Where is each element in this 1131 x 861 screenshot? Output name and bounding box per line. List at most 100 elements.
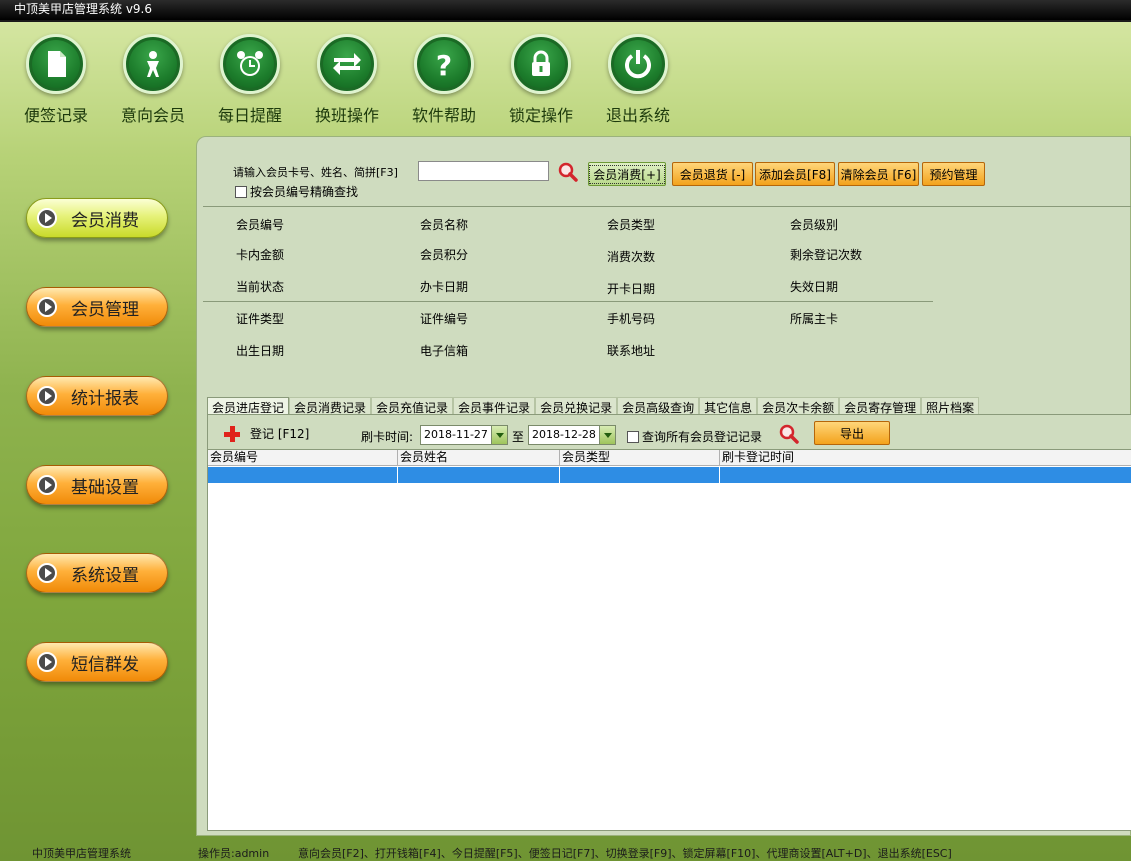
toolbar-label: 锁定操作 <box>508 106 573 125</box>
sidebar-item-sms[interactable]: 短信群发 <box>26 642 168 682</box>
field-label: 卡内金额 <box>236 248 285 262</box>
sidebar-item-system-settings[interactable]: 系统设置 <box>26 553 168 593</box>
sidebar-item-member-manage[interactable]: 会员管理 <box>26 287 168 327</box>
field-label: 手机号码 <box>607 312 656 326</box>
field-label: 会员编号 <box>236 218 285 232</box>
toolbar-shift-change-button[interactable]: 换班操作 <box>302 34 392 126</box>
sidebar-item-member-consume[interactable]: 会员消费 <box>26 198 168 238</box>
tab-checkin[interactable]: 会员进店登记 <box>207 397 290 415</box>
status-bar: 中顶美甲店管理系统 操作员:admin 意向会员[F2]、打开钱箱[F4]、今日… <box>0 840 1131 861</box>
sidebar-item-label: 系统设置 <box>71 565 139 586</box>
column-header[interactable]: 会员姓名 <box>398 450 560 466</box>
sidebar-item-label: 基础设置 <box>71 477 139 498</box>
chevron-down-icon[interactable] <box>491 426 507 444</box>
play-icon <box>37 386 57 406</box>
toolbar-label: 退出系统 <box>605 106 670 125</box>
column-header[interactable]: 会员编号 <box>208 450 398 466</box>
main-panel: 请输入会员卡号、姓名、简拼[F3] 按会员编号精确查找 会员消费[+] 会员退货… <box>196 136 1131 836</box>
refund-button[interactable]: 会员退货 [-] <box>672 162 753 186</box>
field-label: 电子信箱 <box>420 344 469 358</box>
play-icon <box>37 652 57 672</box>
toolbar-note-button[interactable]: 便签记录 <box>11 34 101 126</box>
checkbox[interactable] <box>235 185 247 198</box>
status-app-name: 中顶美甲店管理系统 <box>32 847 131 860</box>
field-label: 出生日期 <box>236 344 285 358</box>
toolbar-lock-button[interactable]: 锁定操作 <box>496 34 586 126</box>
date-to-picker[interactable]: 2018-12-28 <box>528 425 616 445</box>
sidebar-item-reports[interactable]: 统计报表 <box>26 376 168 416</box>
table-cell <box>208 467 398 483</box>
tab-storage[interactable]: 会员寄存管理 <box>839 397 922 415</box>
play-icon <box>37 297 57 317</box>
table-row[interactable] <box>208 467 1131 483</box>
toolbar-label: 每日提醒 <box>217 106 282 125</box>
export-button[interactable]: 导出 <box>814 421 890 445</box>
toolbar-daily-reminder-button[interactable]: 每日提醒 <box>205 34 295 126</box>
svg-text:?: ? <box>436 49 452 81</box>
consume-button-label: 会员消费[+] <box>589 164 665 184</box>
exact-match-label: 按会员编号精确查找 <box>250 185 359 199</box>
column-header[interactable]: 刷卡登记时间 <box>720 450 1131 466</box>
sidebar-item-label: 统计报表 <box>71 388 139 409</box>
status-operator: 操作员:admin <box>198 847 270 860</box>
register-button-label: 登记 [F12] <box>250 427 310 441</box>
search-icon[interactable] <box>557 161 579 183</box>
tab-event-records[interactable]: 会员事件记录 <box>453 397 536 415</box>
tab-strip: 会员进店登记 会员消费记录 会员充值记录 会员事件记录 会员兑换记录 会员高级查… <box>207 397 980 415</box>
plus-icon <box>224 425 240 442</box>
field-label: 失效日期 <box>790 280 839 294</box>
tab-advanced-search[interactable]: 会员高级查询 <box>617 397 700 415</box>
note-icon <box>26 34 86 94</box>
toolbar-intent-member-button[interactable]: 意向会员 <box>108 34 198 126</box>
toolbar-help-button[interactable]: ? 软件帮助 <box>399 34 489 126</box>
play-icon <box>37 475 57 495</box>
swap-arrows-icon <box>317 34 377 94</box>
tab-photos[interactable]: 照片档案 <box>921 397 980 415</box>
field-label: 会员积分 <box>420 248 469 262</box>
consume-button[interactable]: 会员消费[+] <box>588 162 666 186</box>
search-icon[interactable] <box>778 423 800 445</box>
sidebar-item-label: 会员消费 <box>71 210 139 231</box>
toolbar-label: 意向会员 <box>120 106 185 125</box>
table-cell <box>560 467 720 483</box>
booking-button[interactable]: 预约管理 <box>922 162 985 186</box>
chevron-down-icon[interactable] <box>599 426 615 444</box>
checkin-tab-panel: 登记 [F12] 刷卡时间: 2018-11-27 至 2018-12-28 查… <box>207 414 1131 831</box>
field-label: 会员类型 <box>607 218 656 232</box>
play-icon <box>37 208 57 228</box>
alarm-clock-icon <box>220 34 280 94</box>
divider <box>203 301 933 302</box>
column-header[interactable]: 会员类型 <box>560 450 720 466</box>
query-all-label: 查询所有会员登记记录 <box>642 430 763 444</box>
search-input[interactable] <box>418 161 549 181</box>
field-label: 联系地址 <box>607 344 656 358</box>
field-label: 证件编号 <box>420 312 469 326</box>
checkbox[interactable] <box>627 430 639 443</box>
tab-card-balance[interactable]: 会员次卡余额 <box>757 397 840 415</box>
query-all-checkbox[interactable]: 查询所有会员登记记录 <box>627 428 762 445</box>
help-icon: ? <box>414 34 474 94</box>
clear-member-button[interactable]: 清除会员 [F6] <box>838 162 919 186</box>
lock-icon <box>511 34 571 94</box>
date-from-picker[interactable]: 2018-11-27 <box>420 425 508 445</box>
exact-match-checkbox[interactable]: 按会员编号精确查找 <box>235 183 358 200</box>
tab-other-info[interactable]: 其它信息 <box>699 397 758 415</box>
field-label: 当前状态 <box>236 280 285 294</box>
table-header: 会员编号 会员姓名 会员类型 刷卡登记时间 <box>208 450 1131 466</box>
table-cell <box>398 467 560 483</box>
tab-recharge-records[interactable]: 会员充值记录 <box>371 397 454 415</box>
tab-consume-records[interactable]: 会员消费记录 <box>289 397 372 415</box>
window-title: 中顶美甲店管理系统 v9.6 <box>0 0 1131 22</box>
tab-exchange-records[interactable]: 会员兑换记录 <box>535 397 618 415</box>
toolbar-label: 换班操作 <box>314 106 379 125</box>
field-label: 会员级别 <box>790 218 839 232</box>
field-label: 会员名称 <box>420 218 469 232</box>
date-to-value: 2018-12-28 <box>532 428 596 441</box>
field-label: 消费次数 <box>607 250 656 264</box>
field-label: 开卡日期 <box>607 282 656 296</box>
toolbar-exit-button[interactable]: 退出系统 <box>593 34 683 126</box>
register-button[interactable]: 登记 [F12] <box>224 425 309 442</box>
add-member-button[interactable]: 添加会员[F8] <box>755 162 835 186</box>
date-from-value: 2018-11-27 <box>424 428 488 441</box>
sidebar-item-basic-settings[interactable]: 基础设置 <box>26 465 168 505</box>
